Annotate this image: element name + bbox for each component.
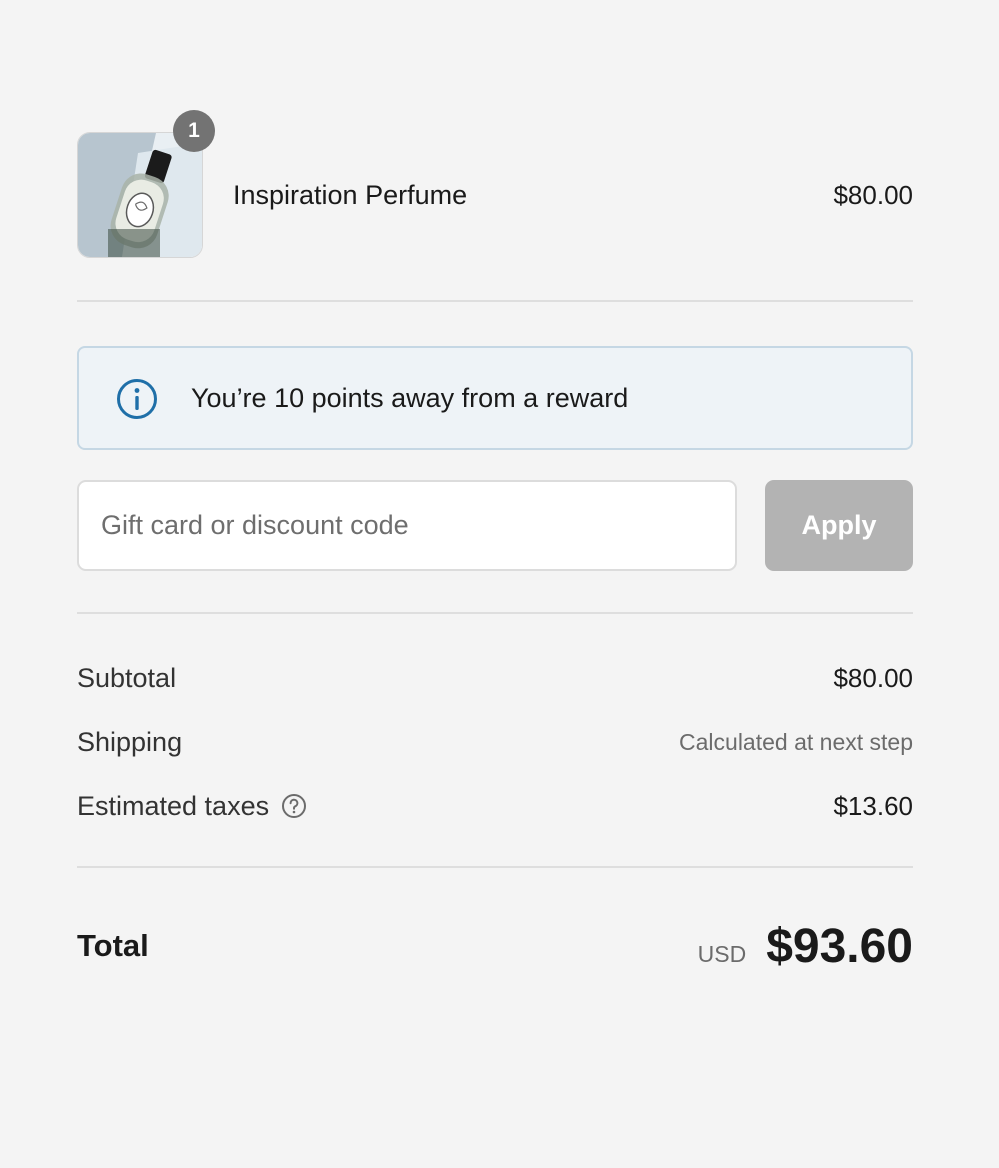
divider [77, 300, 913, 302]
info-icon [117, 379, 157, 419]
product-name: Inspiration Perfume [233, 179, 468, 210]
subtotal-label: Subtotal [77, 662, 177, 693]
notice-text: You’re 10 points away from a reward [191, 382, 629, 413]
question-circle-icon[interactable] [281, 793, 307, 819]
shipping-label: Shipping [77, 726, 183, 757]
rewards-notice: You’re 10 points away from a reward [77, 346, 913, 450]
line-item: 1 Inspiration Perfume $80.00 [77, 110, 913, 258]
divider [77, 612, 913, 614]
discount-code-input[interactable] [77, 480, 737, 571]
subtotal-value: $80.00 [833, 662, 913, 693]
shipping-value: Calculated at next step [679, 728, 913, 755]
divider [77, 866, 913, 868]
taxes-value: $13.60 [833, 790, 913, 821]
taxes-row: Estimated taxes $13.60 [77, 786, 913, 826]
apply-button[interactable]: Apply [765, 480, 913, 571]
taxes-label: Estimated taxes [77, 790, 270, 821]
perfume-bottle-image [78, 133, 202, 257]
product-thumbnail [77, 132, 203, 258]
quantity-badge: 1 [173, 110, 215, 152]
total-row: Total USD $93.60 [77, 915, 913, 977]
taxes-label-group: Estimated taxes [77, 786, 307, 826]
total-label: Total [77, 928, 149, 963]
total-amount: $93.60 [766, 919, 913, 973]
shipping-row: Shipping Calculated at next step [77, 722, 913, 762]
product-price: $80.00 [833, 179, 913, 210]
total-amount-group: USD $93.60 [698, 915, 913, 977]
subtotal-row: Subtotal $80.00 [77, 658, 913, 698]
currency-code: USD [697, 940, 747, 967]
